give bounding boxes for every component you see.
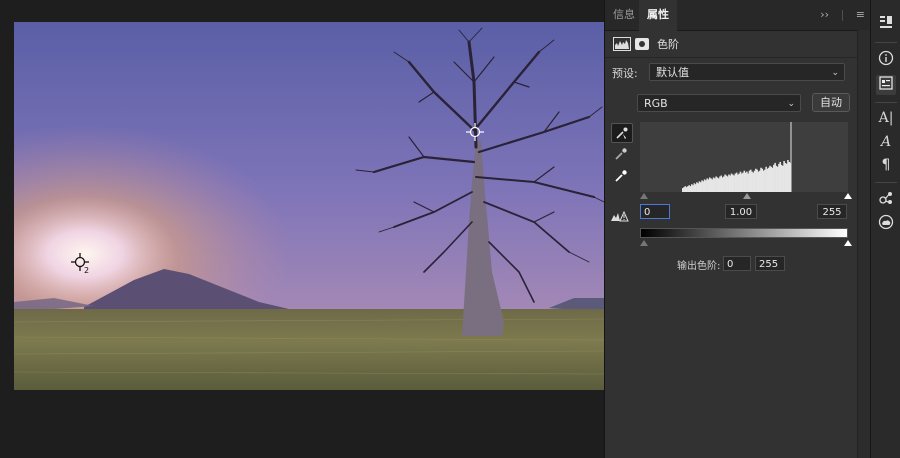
- adjustment-title: 色阶: [657, 38, 679, 51]
- panel-controls: ›› | ≡: [820, 8, 865, 21]
- document-canvas: 2: [0, 0, 604, 458]
- info-icon[interactable]: [876, 50, 896, 70]
- black-point-eyedropper-icon[interactable]: [611, 123, 633, 143]
- properties-panel: 信息 属性 ›› | ≡ 色阶 预设: 默认值 ⌄ RGB ⌄ 自动 0 1.0…: [604, 0, 872, 458]
- photo-scene: 2: [14, 22, 604, 390]
- levels-histogram: [640, 122, 848, 192]
- collapse-panel-icon[interactable]: ››: [820, 8, 829, 21]
- histogram-bar: [789, 162, 792, 192]
- input-levels-slider[interactable]: [638, 191, 852, 200]
- input-black-handle[interactable]: [640, 193, 648, 199]
- layer-mask-icon[interactable]: [635, 38, 649, 50]
- panel-tabbar: 信息 属性 ›› | ≡: [605, 0, 871, 31]
- white-point-eyedropper-icon[interactable]: [611, 168, 631, 186]
- character-icon[interactable]: A|: [876, 108, 896, 128]
- chevron-down-icon: ⌄: [787, 99, 795, 109]
- input-gamma-field[interactable]: 1.00: [725, 204, 757, 219]
- glyphs-icon[interactable]: A: [876, 132, 896, 152]
- output-white-field[interactable]: 255: [755, 256, 785, 271]
- creative-cloud-icon[interactable]: [876, 214, 896, 234]
- properties-icon[interactable]: [876, 75, 896, 95]
- share-icon[interactable]: [876, 190, 896, 210]
- tab-info[interactable]: 信息: [605, 0, 643, 30]
- output-levels-label: 输出色阶:: [677, 261, 721, 272]
- output-black-handle[interactable]: [640, 240, 648, 246]
- input-gamma-handle[interactable]: [743, 193, 751, 199]
- channel-select[interactable]: RGB ⌄: [637, 94, 801, 112]
- adjustment-header: 色阶: [613, 34, 679, 54]
- preset-label: 预设:: [612, 67, 638, 80]
- histogram-chart: [682, 122, 792, 192]
- levels-adjustment-icon[interactable]: [613, 37, 631, 51]
- input-white-handle[interactable]: [844, 193, 852, 199]
- input-white-field[interactable]: 255: [817, 204, 847, 219]
- toolstrip-divider: [875, 182, 897, 183]
- output-white-handle[interactable]: [844, 240, 852, 246]
- panel-menu-icon[interactable]: ≡: [856, 8, 865, 21]
- preset-select[interactable]: 默认值 ⌄: [649, 63, 845, 81]
- toolstrip-divider: [875, 42, 897, 43]
- input-black-field[interactable]: 0: [640, 204, 670, 219]
- toolstrip-divider: [875, 102, 897, 103]
- clipping-warning-icon[interactable]: [611, 210, 629, 222]
- output-black-field[interactable]: 0: [723, 256, 751, 271]
- chevron-down-icon: ⌄: [831, 68, 839, 78]
- gray-point-eyedropper-icon[interactable]: [611, 146, 631, 164]
- output-levels-slider[interactable]: [638, 238, 852, 247]
- right-toolstrip: A| A ¶: [870, 0, 900, 458]
- photo-image[interactable]: 2: [14, 22, 604, 390]
- channel-value: RGB: [644, 97, 668, 110]
- sampler-2-label: 2: [84, 266, 89, 275]
- tab-properties[interactable]: 属性: [639, 0, 677, 31]
- paragraph-icon[interactable]: ¶: [876, 155, 896, 175]
- header-divider: [605, 57, 857, 58]
- preset-value: 默认值: [656, 66, 689, 79]
- libraries-icon[interactable]: [876, 14, 896, 34]
- auto-button[interactable]: 自动: [812, 93, 850, 112]
- output-levels-gradient: [640, 228, 848, 238]
